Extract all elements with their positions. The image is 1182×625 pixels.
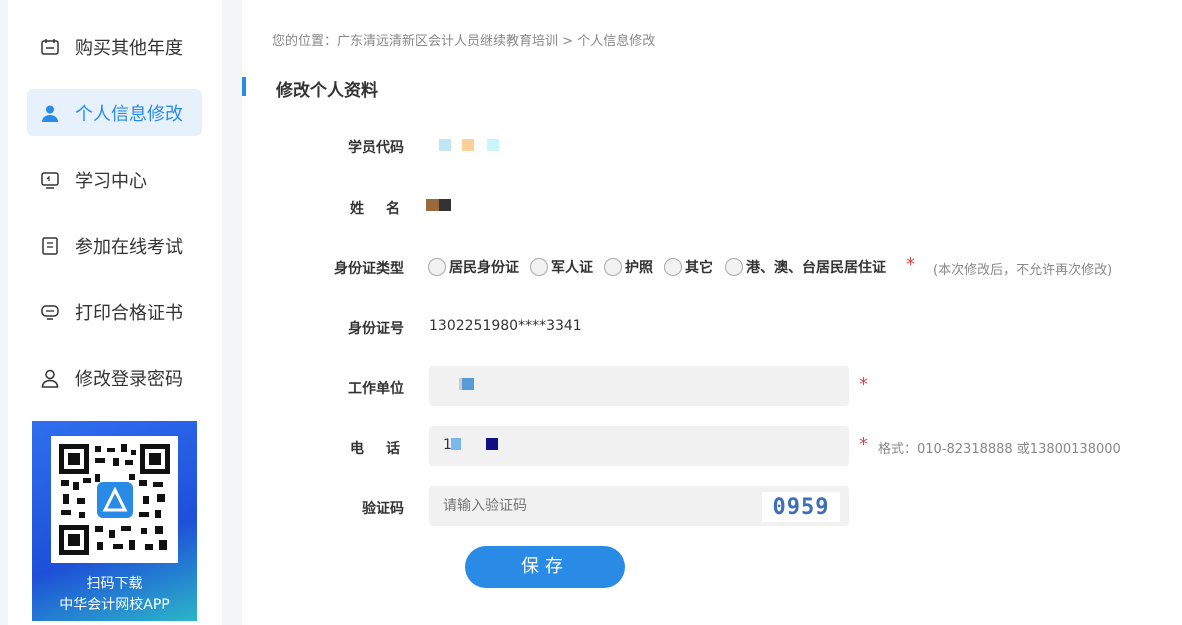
required-mark: * [859,434,868,455]
section-title: 修改个人资料 [276,81,378,101]
qr-caption-line1: 扫码下载 [86,576,143,592]
certificate-icon [39,301,61,323]
id-type-note: (本次修改后，不允许再次修改) [933,263,1113,278]
exam-icon [39,235,61,257]
user-lock-icon [39,367,61,389]
sidebar-item-online-exam[interactable]: 参加在线考试 [27,222,202,269]
radio-button[interactable] [725,258,743,276]
sidebar-item-label: 打印合格证书 [75,302,183,324]
breadcrumb: 您的位置：广东清远清新区会计人员继续教育培训 > 个人信息修改 [272,30,655,49]
sidebar-item-change-password[interactable]: 修改登录密码 [27,354,202,401]
qr-caption-line2: 中华会计网校APP [59,597,170,613]
sidebar: 购买其他年度 个人信息修改 学习中心 参加在线考试 打印合格证书 修改登录密码 [8,0,222,625]
required-mark: * [859,374,868,395]
qr-code [51,436,178,563]
sidebar-item-print-certificate[interactable]: 打印合格证书 [27,288,202,335]
radio-other[interactable]: 其它 [664,257,713,277]
radio-button[interactable] [428,258,446,276]
sidebar-item-label: 个人信息修改 [75,103,183,125]
radio-button[interactable] [664,258,682,276]
radio-label: 港、澳、台居民居住证 [746,260,886,276]
sidebar-item-buy-other-years[interactable]: 购买其他年度 [27,23,202,70]
save-button[interactable]: 保存 [465,546,625,588]
captcha-image[interactable]: 0959 [762,492,840,522]
user-icon [39,102,61,124]
sidebar-item-label: 学习中心 [75,170,147,192]
student-code-label: 学员代码 [348,140,404,156]
id-number-label: 身份证号 [348,321,404,337]
id-type-label: 身份证类型 [334,261,404,277]
breadcrumb-current: 个人信息修改 [577,34,656,49]
section-accent-bar [242,77,246,96]
phone-format-hint: 格式：010-82318888 或13800138000 [878,442,1121,457]
radio-label: 军人证 [551,260,593,276]
radio-military-id[interactable]: 军人证 [530,257,593,277]
radio-button[interactable] [530,258,548,276]
id-number-value: 1302251980****3341 [429,318,582,334]
captcha-label: 验证码 [362,501,404,517]
captcha-input[interactable] [443,495,743,517]
breadcrumb-site[interactable]: 广东清远清新区会计人员继续教育培训 [337,34,558,49]
work-unit-label: 工作单位 [348,381,404,397]
sidebar-item-label: 参加在线考试 [75,236,183,258]
breadcrumb-separator: > [562,34,574,49]
sidebar-item-label: 购买其他年度 [75,37,183,59]
breadcrumb-prefix: 您的位置： [272,34,338,49]
name-label: 姓 名 [350,201,404,217]
sidebar-item-label: 修改登录密码 [75,368,183,390]
app-download-banner[interactable]: 扫码下载 中华会计网校APP [32,421,197,621]
phone-label: 电 话 [350,441,404,457]
radio-button[interactable] [604,258,622,276]
sidebar-item-learning-center[interactable]: 学习中心 [27,156,202,203]
radio-label: 居民身份证 [449,260,519,276]
radio-label: 其它 [685,260,713,276]
required-mark: * [906,254,915,275]
radio-id-card[interactable]: 居民身份证 [428,257,519,277]
main-panel: 您的位置：广东清远清新区会计人员继续教育培训 > 个人信息修改 修改个人资料 学… [242,0,1182,625]
calendar-icon [39,36,61,58]
sidebar-item-personal-info[interactable]: 个人信息修改 [27,89,202,136]
phone-input[interactable]: 1 [429,426,849,466]
radio-label: 护照 [625,260,653,276]
work-unit-input[interactable] [429,366,849,406]
radio-passport[interactable]: 护照 [604,257,653,277]
monitor-icon [39,169,61,191]
radio-hk-macao-taiwan[interactable]: 港、澳、台居民居住证 [725,257,886,277]
